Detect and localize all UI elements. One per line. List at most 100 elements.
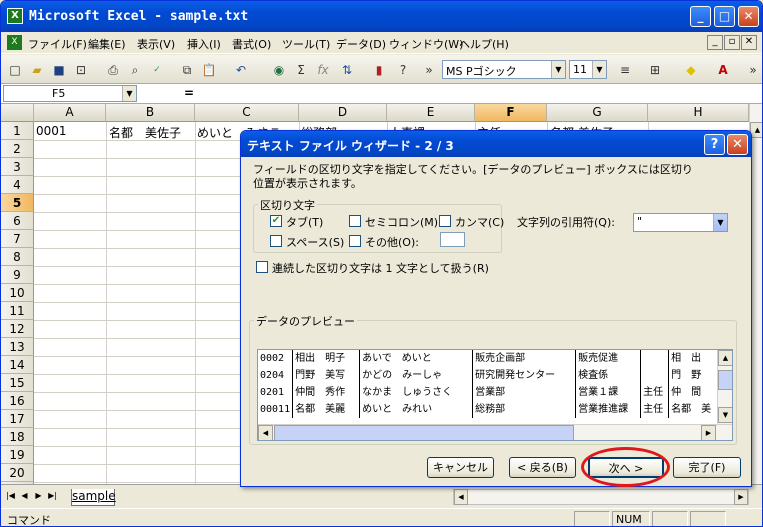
scroll-left-icon[interactable]: ◀ xyxy=(454,489,468,505)
row-header[interactable]: 2 xyxy=(1,140,34,158)
row-header[interactable]: 10 xyxy=(1,284,34,302)
row-header[interactable]: 18 xyxy=(1,428,34,446)
row-header[interactable]: 4 xyxy=(1,176,34,194)
column-header[interactable]: D xyxy=(299,104,387,122)
cell-b1[interactable]: 名都 美佐子 xyxy=(109,124,181,141)
help-button[interactable]: ? xyxy=(704,134,725,155)
spelling-icon[interactable]: ✓ xyxy=(147,60,167,80)
align-left-icon[interactable]: ≡ xyxy=(615,60,635,80)
row-header[interactable]: 9 xyxy=(1,266,34,284)
scroll-up-icon[interactable]: ▲ xyxy=(718,350,732,366)
paste-icon[interactable]: 📋 xyxy=(199,60,219,80)
doc-close-button[interactable]: ✕ xyxy=(741,35,757,50)
tab-checkbox[interactable]: ✔ xyxy=(270,215,282,227)
menu-insert[interactable]: 挿入(I) xyxy=(187,36,221,52)
row-header[interactable]: 1 xyxy=(1,122,34,140)
scroll-right-icon[interactable]: ▶ xyxy=(734,489,748,505)
minimize-button[interactable]: _ xyxy=(690,6,711,27)
column-header[interactable]: H xyxy=(648,104,749,122)
other-delimiter-input[interactable] xyxy=(440,232,465,247)
close-button[interactable]: ✕ xyxy=(738,6,759,27)
borders-icon[interactable]: ⊞ xyxy=(645,60,665,80)
scroll-thumb[interactable] xyxy=(274,425,574,440)
excel-app-icon[interactable]: X xyxy=(7,8,23,24)
select-all-corner[interactable] xyxy=(1,104,34,122)
doc-restore-button[interactable]: ▫ xyxy=(724,35,740,50)
column-header[interactable]: G xyxy=(547,104,648,122)
column-header[interactable]: F xyxy=(475,104,547,122)
menu-view[interactable]: 表示(V) xyxy=(137,36,175,52)
column-header[interactable]: E xyxy=(387,104,475,122)
dialog-close-button[interactable]: ✕ xyxy=(727,134,748,155)
back-button[interactable]: < 戻る(B) xyxy=(509,457,576,478)
consecutive-checkbox[interactable] xyxy=(256,261,268,273)
open-icon[interactable]: ▰ xyxy=(27,60,47,80)
row-header[interactable]: 13 xyxy=(1,338,34,356)
scroll-left-icon[interactable]: ◀ xyxy=(258,425,273,440)
row-header[interactable]: 6 xyxy=(1,212,34,230)
row-header[interactable]: 15 xyxy=(1,374,34,392)
print-preview-icon[interactable]: ⌕ xyxy=(125,60,145,80)
menu-file[interactable]: ファイル(F) xyxy=(28,36,87,52)
finish-button[interactable]: 完了(F) xyxy=(673,457,741,478)
permission-icon[interactable]: ⊡ xyxy=(71,60,91,80)
row-header[interactable]: 16 xyxy=(1,392,34,410)
name-box[interactable]: F5 ▼ xyxy=(3,85,137,102)
fill-color-icon[interactable]: ◆ xyxy=(681,60,701,80)
semicolon-checkbox[interactable] xyxy=(349,215,361,227)
row-header[interactable]: 19 xyxy=(1,446,34,464)
new-icon[interactable]: □ xyxy=(5,60,25,80)
last-sheet-icon[interactable]: ▶| xyxy=(47,490,58,502)
workbook-icon[interactable]: X xyxy=(7,35,22,50)
autosum-icon[interactable]: Σ xyxy=(291,60,311,80)
row-header[interactable]: 12 xyxy=(1,320,34,338)
scroll-right-icon[interactable]: ▶ xyxy=(701,425,716,440)
column-header[interactable]: A xyxy=(34,104,106,122)
font-size-select[interactable]: 11 ▼ xyxy=(569,60,607,79)
menu-data[interactable]: データ(D) xyxy=(336,36,386,52)
menu-help[interactable]: ヘルプ(H) xyxy=(459,36,509,52)
hyperlink-icon[interactable]: ◉ xyxy=(269,60,289,80)
menu-tools[interactable]: ツール(T) xyxy=(282,36,330,52)
preview-vertical-scrollbar[interactable]: ▲ ▼ xyxy=(717,350,732,424)
copy-icon[interactable]: ⧉ xyxy=(177,60,197,80)
menu-window[interactable]: ウィンドウ(W) xyxy=(389,36,463,52)
next-sheet-icon[interactable]: ▶ xyxy=(33,490,44,502)
menu-format[interactable]: 書式(O) xyxy=(232,36,271,52)
function-icon[interactable]: fx xyxy=(313,60,333,80)
row-header[interactable]: 5 xyxy=(1,194,34,212)
toolbar-options-icon[interactable]: » xyxy=(419,60,439,80)
help-icon[interactable]: ? xyxy=(393,60,413,80)
cancel-button[interactable]: キャンセル xyxy=(427,457,494,478)
first-sheet-icon[interactable]: |◀ xyxy=(5,490,16,502)
row-header[interactable]: 7 xyxy=(1,230,34,248)
other-checkbox[interactable] xyxy=(349,235,361,247)
row-header[interactable]: 8 xyxy=(1,248,34,266)
scroll-thumb[interactable] xyxy=(718,370,732,390)
space-checkbox[interactable] xyxy=(270,235,282,247)
row-header[interactable]: 3 xyxy=(1,158,34,176)
save-icon[interactable]: ■ xyxy=(49,60,69,80)
quote-select[interactable]: " ▼ xyxy=(633,213,728,232)
sheet-tab-sample[interactable]: sample xyxy=(71,489,116,506)
data-preview[interactable]: 0002 相出 明子 あいで めいと 販売企画部 販売促進 相 出 0204 門… xyxy=(257,349,733,441)
toolbar-options-icon-2[interactable]: » xyxy=(743,60,762,80)
horizontal-scrollbar[interactable]: ◀ ▶ xyxy=(453,489,749,505)
font-name-select[interactable]: MS Pゴシック ▼ xyxy=(442,60,566,79)
row-header[interactable]: 14 xyxy=(1,356,34,374)
chevron-down-icon[interactable]: ▼ xyxy=(592,61,606,78)
chevron-down-icon[interactable]: ▼ xyxy=(713,214,727,231)
column-header[interactable]: B xyxy=(106,104,195,122)
doc-minimize-button[interactable]: _ xyxy=(707,35,723,50)
maximize-button[interactable]: □ xyxy=(714,6,735,27)
sort-ascending-icon[interactable]: ⇅ xyxy=(337,60,357,80)
chart-wizard-icon[interactable]: ▮ xyxy=(369,60,389,80)
comma-checkbox[interactable] xyxy=(439,215,451,227)
row-header[interactable]: 17 xyxy=(1,410,34,428)
print-icon[interactable]: ⎙ xyxy=(103,60,123,80)
chevron-down-icon[interactable]: ▼ xyxy=(551,61,565,78)
menu-edit[interactable]: 編集(E) xyxy=(88,36,126,52)
preview-horizontal-scrollbar[interactable]: ◀ ▶ xyxy=(258,424,732,440)
row-header[interactable]: 11 xyxy=(1,302,34,320)
column-header[interactable]: C xyxy=(195,104,299,122)
